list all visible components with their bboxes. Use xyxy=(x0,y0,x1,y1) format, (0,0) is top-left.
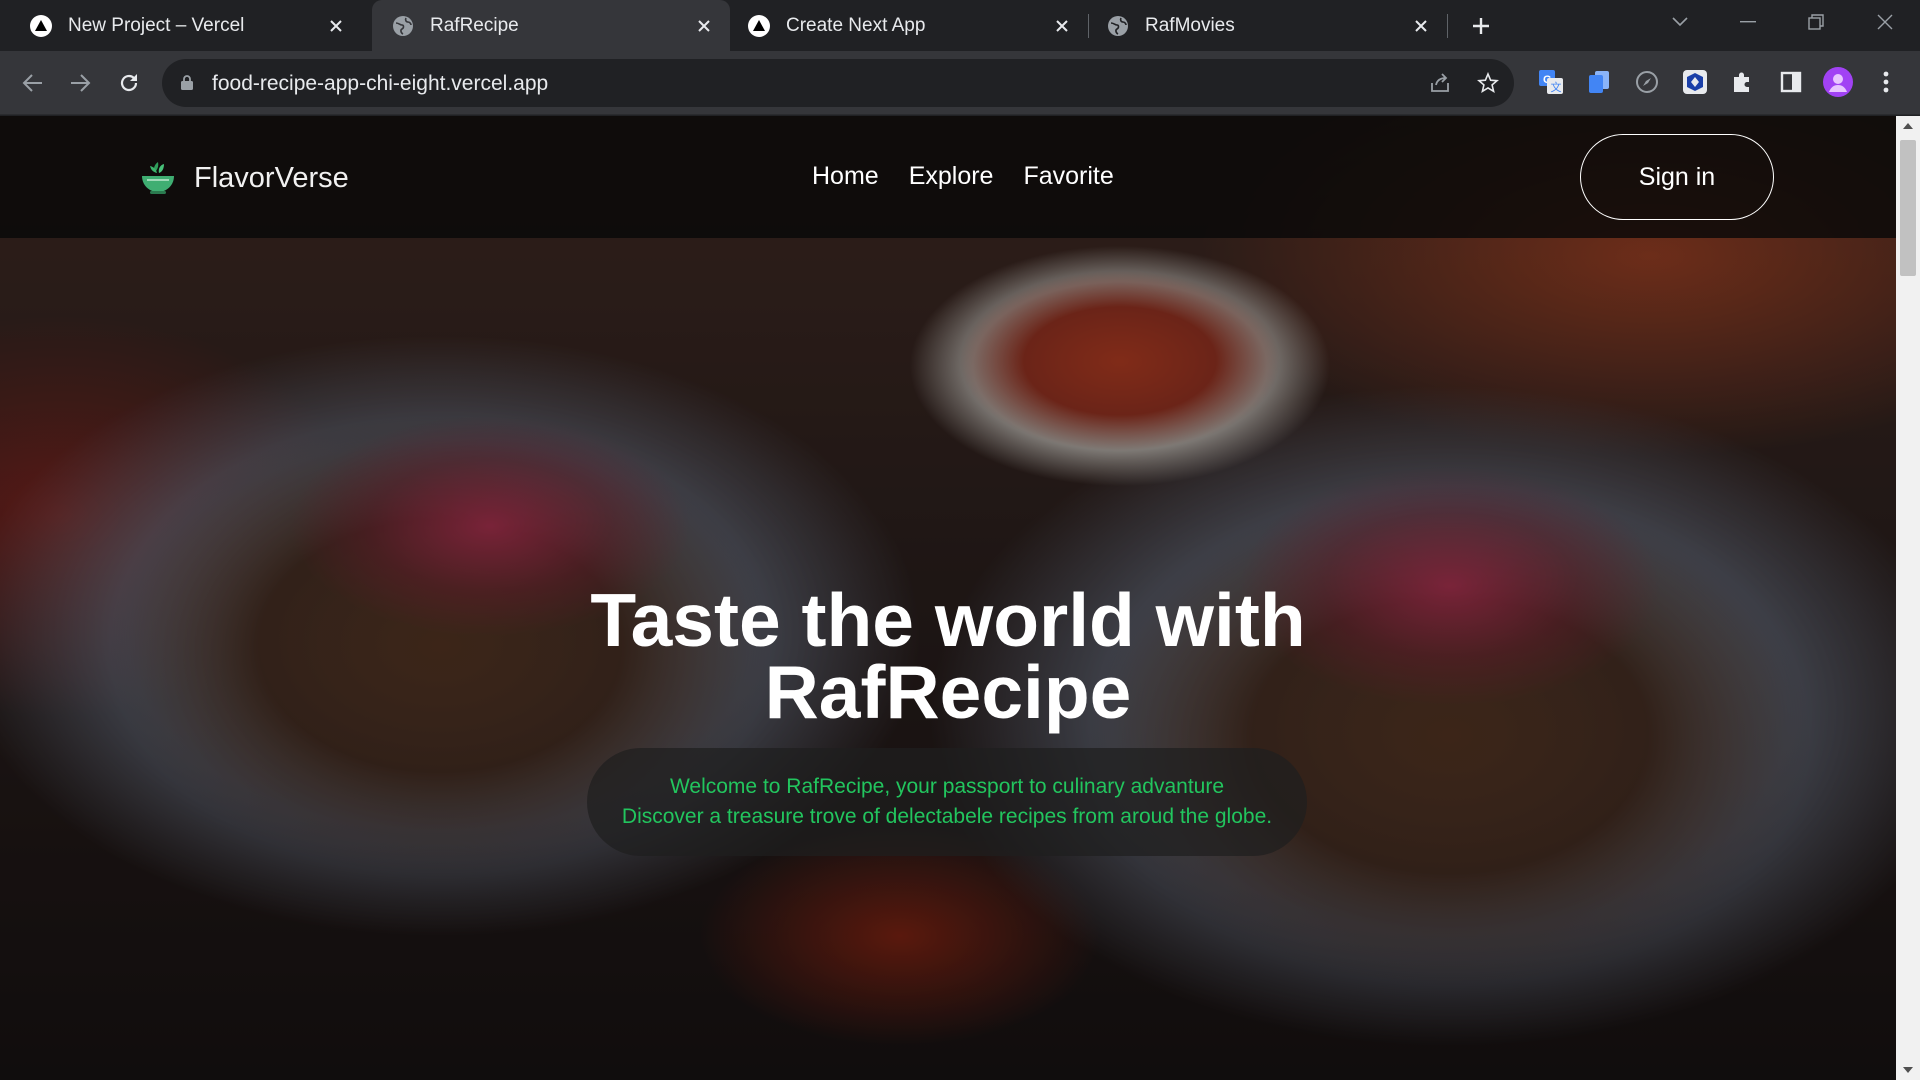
side-panel-icon[interactable] xyxy=(1775,66,1807,98)
bookmark-star-icon[interactable] xyxy=(1474,69,1502,97)
puzzle-icon[interactable] xyxy=(1727,66,1759,98)
new-tab-button[interactable] xyxy=(1465,10,1497,42)
vercel-icon xyxy=(30,14,52,37)
sign-in-button[interactable]: Sign in xyxy=(1580,134,1774,220)
restore-icon xyxy=(1808,14,1824,30)
close-icon[interactable] xyxy=(1050,14,1074,38)
hero-subtitle-box: Welcome to RafRecipe, your passport to c… xyxy=(587,748,1307,856)
page-viewport: FlavorVerse Home Explore Favorite Sign i… xyxy=(0,116,1896,1080)
browser-tab-strip: New Project – Vercel RafRecipe Create Ne… xyxy=(0,0,1920,51)
kebab-menu-icon[interactable] xyxy=(1870,66,1902,98)
globe-icon xyxy=(1107,15,1129,37)
vercel-icon xyxy=(748,14,770,37)
back-button[interactable] xyxy=(16,66,50,100)
brand-logo[interactable]: FlavorVerse xyxy=(138,158,349,198)
reload-icon xyxy=(120,74,138,92)
tab-title: Create Next App xyxy=(786,14,926,36)
docs-icon[interactable] xyxy=(1583,66,1615,98)
restore-button[interactable] xyxy=(1786,0,1846,44)
scroll-thumb[interactable] xyxy=(1900,140,1916,276)
main-nav: Home Explore Favorite xyxy=(812,162,1114,191)
close-icon[interactable] xyxy=(324,14,348,38)
tab-rafmovies[interactable]: RafMovies xyxy=(1089,0,1447,51)
salad-bowl-icon xyxy=(142,162,174,194)
close-icon xyxy=(1877,14,1893,30)
nav-link-home[interactable]: Home xyxy=(812,162,879,191)
brand-name: FlavorVerse xyxy=(194,161,349,194)
profile-avatar[interactable] xyxy=(1822,66,1854,98)
arrow-left-icon xyxy=(22,74,42,92)
nav-link-explore[interactable]: Explore xyxy=(909,162,994,191)
arrow-right-icon xyxy=(71,74,91,92)
tab-new-project-vercel[interactable]: New Project – Vercel xyxy=(0,0,362,51)
hero-subtitle-line-2: Discover a treasure trove of delectabele… xyxy=(621,805,1273,828)
minimize-icon xyxy=(1740,21,1756,23)
tab-separator xyxy=(1447,14,1448,38)
tab-title: New Project – Vercel xyxy=(68,14,245,36)
share-icon[interactable] xyxy=(1426,69,1454,97)
close-window-button[interactable] xyxy=(1855,0,1915,44)
page-scrollbar[interactable] xyxy=(1896,116,1920,1080)
plus-icon xyxy=(1473,18,1489,34)
close-icon[interactable] xyxy=(692,14,716,38)
scroll-up-arrow[interactable] xyxy=(1896,116,1920,136)
tab-rafrecipe[interactable]: RafRecipe xyxy=(372,0,730,51)
lock-icon xyxy=(180,74,194,96)
tab-title: RafRecipe xyxy=(430,14,519,36)
globe-icon xyxy=(392,15,414,37)
svg-text:文: 文 xyxy=(1551,80,1562,94)
hero-title-line-1: Taste the world with xyxy=(590,578,1306,662)
reload-button[interactable] xyxy=(112,66,146,100)
site-navbar: FlavorVerse Home Explore Favorite Sign i… xyxy=(0,116,1896,238)
hero-subtitle-line-1: Welcome to RafRecipe, your passport to c… xyxy=(669,775,1225,798)
shield-extension-icon[interactable] xyxy=(1679,66,1711,98)
url-text[interactable]: food-recipe-app-chi-eight.vercel.app xyxy=(212,72,548,96)
close-icon[interactable] xyxy=(1409,14,1433,38)
chevron-down-icon xyxy=(1672,17,1688,27)
hero-title: Taste the world with RafRecipe xyxy=(498,578,1398,734)
tab-create-next-app[interactable]: Create Next App xyxy=(730,0,1088,51)
forward-button[interactable] xyxy=(63,66,97,100)
minimize-button[interactable] xyxy=(1718,0,1778,44)
tab-title: RafMovies xyxy=(1145,14,1235,36)
google-translate-icon[interactable]: G文 xyxy=(1535,66,1567,98)
tab-search-button[interactable] xyxy=(1650,0,1710,44)
scroll-down-arrow[interactable] xyxy=(1896,1060,1920,1080)
nav-link-favorite[interactable]: Favorite xyxy=(1023,162,1113,191)
address-bar[interactable]: food-recipe-app-chi-eight.vercel.app xyxy=(162,59,1514,107)
compass-icon[interactable] xyxy=(1631,66,1663,98)
hero-title-line-2: RafRecipe xyxy=(764,650,1132,734)
